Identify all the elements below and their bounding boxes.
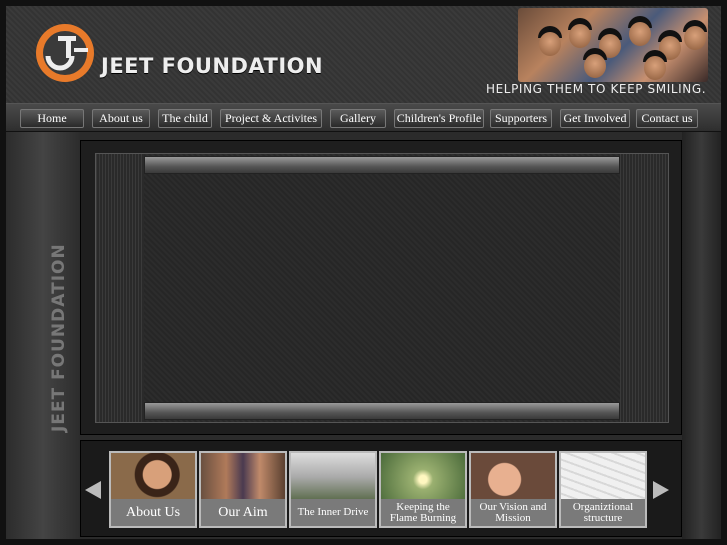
stage-right-panel	[620, 154, 668, 422]
thumb-image	[291, 453, 375, 501]
thumb-image	[381, 453, 465, 501]
nav-about-us[interactable]: About us	[92, 109, 150, 128]
thumbnail-strip: About Us Our Aim The Inner Drive Keeping…	[80, 440, 682, 537]
thumb-our-aim[interactable]: Our Aim	[199, 451, 287, 528]
thumb-keeping-flame[interactable]: Keeping the Flame Burning	[379, 451, 467, 528]
nav-gallery[interactable]: Gallery	[330, 109, 386, 128]
thumb-org-structure[interactable]: Organiztional structure	[559, 451, 647, 528]
thumb-caption: About Us	[111, 499, 195, 526]
sidebar-brand-label: JEET FOUNDATION	[49, 243, 69, 432]
arrow-right-icon[interactable]	[653, 481, 669, 499]
stage-frame	[95, 153, 669, 423]
nav-projects[interactable]: Project & Activites	[220, 109, 322, 128]
nav-get-involved[interactable]: Get Involved	[560, 109, 630, 128]
thumb-inner-drive[interactable]: The Inner Drive	[289, 451, 377, 528]
brand-name: JEET FOUNDATION	[101, 54, 324, 78]
main-nav: Home About us The child Project & Activi…	[6, 104, 721, 132]
thumb-about-us[interactable]: About Us	[109, 451, 197, 528]
nav-home[interactable]: Home	[20, 109, 84, 128]
right-rail	[682, 132, 721, 539]
thumb-image	[561, 453, 645, 501]
arrow-left-icon[interactable]	[85, 481, 101, 499]
thumb-caption: Our Vision and Mission	[471, 499, 555, 526]
thumb-vision-mission[interactable]: Our Vision and Mission	[469, 451, 557, 528]
nav-supporters[interactable]: Supporters	[490, 109, 552, 128]
content-stage	[80, 140, 682, 435]
nav-childrens-profile[interactable]: Children's Profile	[394, 109, 484, 128]
nav-contact-us[interactable]: Contact us	[636, 109, 698, 128]
thumb-image	[111, 453, 195, 501]
header: JEET FOUNDATION HELPING THEM TO KEEP SMI…	[6, 6, 721, 104]
thumb-caption: Organiztional structure	[561, 499, 645, 526]
nav-the-child[interactable]: The child	[158, 109, 212, 128]
thumb-caption: The Inner Drive	[291, 499, 375, 526]
jeet-logo[interactable]	[34, 22, 96, 84]
children-photo	[518, 8, 708, 82]
stage-bottom-bar	[144, 402, 620, 420]
thumb-image	[201, 453, 285, 501]
thumb-caption: Our Aim	[201, 499, 285, 526]
thumb-caption: Keeping the Flame Burning	[381, 499, 465, 526]
stage-top-bar	[144, 156, 620, 174]
tagline: HELPING THEM TO KEEP SMILING.	[486, 82, 707, 96]
left-sidebar: JEET FOUNDATION	[6, 132, 80, 539]
thumb-image	[471, 453, 555, 501]
stage-screen	[144, 174, 620, 402]
stage-left-panel	[96, 154, 144, 422]
